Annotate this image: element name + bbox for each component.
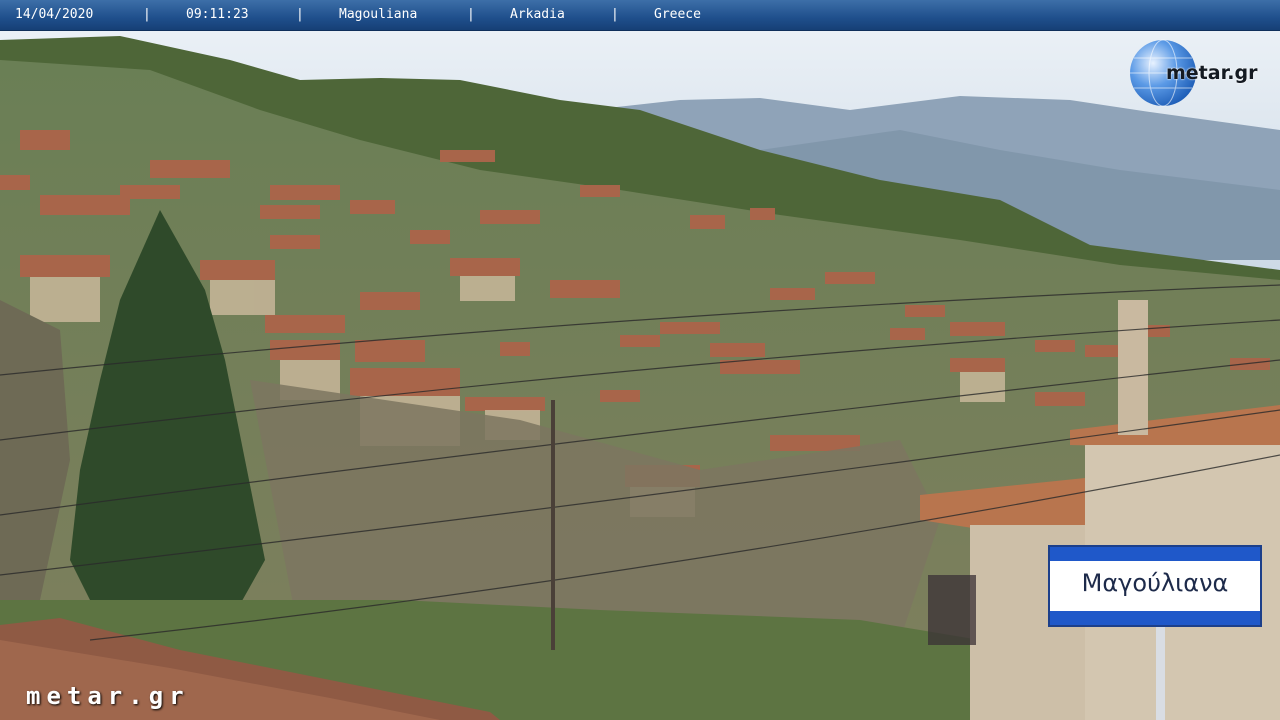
webcam-view: 14/04/2020 | 09:11:23 | Magouliana | Ark…: [0, 0, 1280, 720]
sign-band-top: [1050, 547, 1260, 561]
watermark-text: metar.gr: [26, 682, 190, 710]
sign-pole: [1156, 625, 1165, 720]
separator: |: [296, 7, 304, 22]
region-text: Arkadia: [510, 7, 565, 22]
separator: |: [611, 7, 619, 22]
logo-text: metar.gr: [1166, 62, 1258, 84]
sign-text: Μαγούλιανα: [1081, 569, 1229, 597]
date-text: 14/04/2020: [15, 7, 94, 22]
separator: |: [467, 7, 475, 22]
webcam-info-bar: 14/04/2020 | 09:11:23 | Magouliana | Ark…: [0, 0, 1280, 31]
village-text: Magouliana: [339, 7, 418, 22]
time-text: 09:11:23: [186, 7, 249, 22]
separator: |: [143, 7, 151, 22]
village-road-sign: Μαγούλιανα: [1048, 545, 1262, 627]
country-text: Greece: [654, 7, 701, 22]
sign-band-bottom: [1050, 611, 1260, 625]
